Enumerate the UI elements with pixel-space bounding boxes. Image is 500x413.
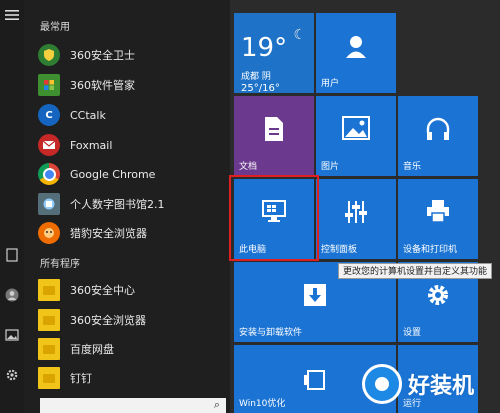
tile-music[interactable]: 音乐 [398,96,478,176]
tile-label: 用户 [321,79,340,89]
download-icon [234,282,396,315]
360-safe-icon [38,44,60,66]
user-icon[interactable] [3,286,21,304]
document-icon[interactable] [3,246,21,264]
app-folder-dingtalk[interactable]: 钉钉 [38,365,228,391]
tile-control-panel[interactable]: 控制面板 [316,179,396,259]
app-item-360-software[interactable]: 360软件管家 [38,72,228,98]
folder-icon [38,279,60,301]
tile-user[interactable]: 用户 [316,13,396,93]
moon-icon: ☾ [293,27,306,43]
weather-city: 成都 阴 [241,72,271,82]
tile-label: 控制面板 [321,245,358,255]
weather-range: 25°/16° [241,83,280,94]
app-name: 360安全卫士 [70,49,135,62]
app-name: Foxmail [70,138,113,152]
tile-label: Win10优化 [239,399,286,409]
app-name: 360安全浏览器 [70,314,146,327]
highlight-box [229,175,319,261]
most-used-label: 最常用 [40,22,70,33]
app-item-360-safe[interactable]: 360安全卫士 [38,42,228,68]
app-name: 个人数字图书馆2.1 [70,198,165,211]
app-folder-360-browser[interactable]: 360安全浏览器 [38,307,228,333]
folder-icon [38,309,60,331]
left-rail [0,0,24,413]
360-software-icon [38,74,60,96]
app-folder-360-security-center[interactable]: 360安全中心 [38,277,228,303]
document-icon [234,116,314,149]
picture-icon [316,116,396,147]
tile-documents[interactable]: 文档 [234,96,314,176]
tile-pictures[interactable]: 图片 [316,96,396,176]
user-icon [316,33,396,66]
app-name: 360安全中心 [70,284,135,297]
printer-icon [398,199,478,230]
cheetah-browser-icon [38,222,60,244]
chrome-icon [38,163,60,185]
library-icon [38,193,60,215]
tooltip: 更改您的计算机设置并自定义其功能 [338,263,493,279]
all-programs-label: 所有程序 [40,259,80,270]
app-item-google-chrome[interactable]: Google Chrome [38,161,228,187]
tile-weather[interactable]: 19° ☾ 成都 阴 25°/16° [234,13,314,94]
watermark-logo-icon [362,364,402,404]
tile-devices-printers[interactable]: 设备和打印机 [398,179,478,259]
hamburger-icon[interactable] [3,6,21,24]
foxmail-icon [38,134,60,156]
tile-label: 音乐 [403,162,422,172]
app-name: 百度网盘 [70,343,114,356]
app-item-cctalk[interactable]: C CCtalk [38,102,228,128]
app-name: 猎豹安全浏览器 [70,227,147,240]
app-folder-baidu-netdisk[interactable]: 百度网盘 [38,336,228,362]
search-input[interactable]: ⌕ [40,398,226,413]
tile-label: 图片 [321,162,340,172]
gear-icon[interactable] [3,366,21,384]
search-icon[interactable]: ⌕ [214,398,220,412]
tile-label: 文档 [239,162,258,172]
app-name: CCtalk [70,108,106,122]
folder-icon [38,338,60,360]
app-item-cheetah-browser[interactable]: 猎豹安全浏览器 [38,220,228,246]
tile-label: 安装与卸载软件 [239,328,303,338]
tile-label: 设备和打印机 [403,245,458,255]
tile-label: 设置 [403,328,422,338]
weather-temperature: 19° [241,33,288,63]
app-name: Google Chrome [70,167,156,181]
app-item-foxmail[interactable]: Foxmail [38,132,228,158]
picture-icon[interactable] [3,326,21,344]
watermark-text: 好装机 [408,374,475,399]
app-name: 钉钉 [70,372,92,385]
app-item-digital-library[interactable]: 个人数字图书馆2.1 [38,191,228,217]
gear-icon [398,282,478,315]
cctalk-icon: C [38,104,60,126]
app-name: 360软件管家 [70,79,135,92]
sliders-icon [316,199,396,232]
watermark: 好装机 [362,357,498,411]
headphones-icon [398,116,478,149]
folder-icon [38,367,60,389]
app-list: 最常用 360安全卫士 360软件管家 C CCtalk Foxmail Goo… [24,0,230,413]
